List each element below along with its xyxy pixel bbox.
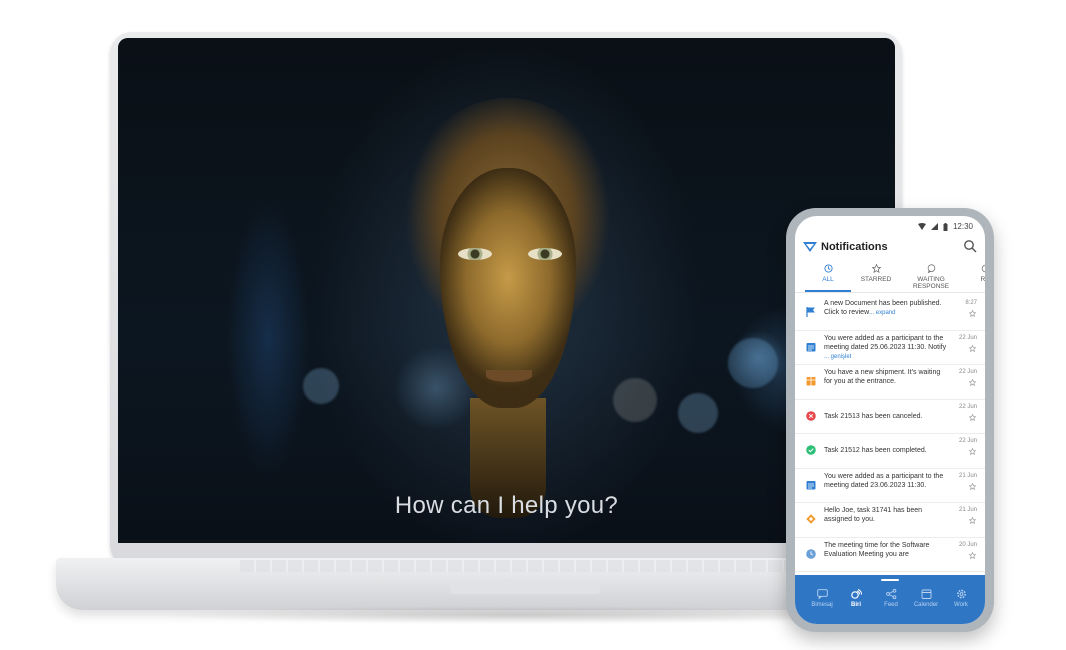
clock-icon: [806, 548, 816, 559]
nav-item-bimesaj[interactable]: Bimesaj: [803, 589, 841, 608]
expand-link[interactable]: ... genişlet: [824, 354, 851, 360]
laptop-keyboard: [240, 560, 800, 572]
search-icon[interactable]: [963, 239, 977, 253]
drag-handle[interactable]: [881, 579, 899, 581]
star-toggle-icon[interactable]: [969, 551, 976, 559]
phone-screen: 12:30 Notifications ALL STARRED WAITING …: [795, 216, 985, 624]
star-toggle-icon[interactable]: [969, 413, 976, 421]
chat-bubble-icon: [927, 264, 935, 273]
notification-date: 20 Jun: [958, 541, 977, 548]
bokeh-light: [303, 368, 339, 404]
notification-item[interactable]: Task 21512 has been completed. 22 Jun: [795, 434, 985, 469]
notification-text: A new Document has been published. Click…: [824, 300, 942, 316]
tab-waiting-response[interactable]: WAITING RESPONSE: [899, 264, 963, 290]
laptop-screen: How can I help you?: [118, 38, 895, 543]
notification-text: You were added as a participant to the m…: [824, 472, 944, 489]
active-tab-indicator: [805, 290, 851, 292]
notification-tabs: ALL STARRED WAITING RESPONSE RE: [795, 260, 985, 293]
notification-item[interactable]: A new Document has been published. Click…: [795, 296, 985, 331]
notification-item[interactable]: You have a new shipment. It's waiting fo…: [795, 365, 985, 400]
notification-date: 22 Jun: [958, 369, 977, 375]
notification-date: 22 Jun: [958, 438, 977, 444]
star-icon: [871, 264, 881, 273]
notification-text: Task 21513 has been canceled.: [824, 412, 923, 420]
notification-date: 22 Jun: [958, 334, 977, 341]
bottom-navigation: Bimesaj Biri Feed Calender Work: [795, 575, 985, 624]
gear-icon: [956, 589, 966, 599]
notification-list: A new Document has been published. Click…: [795, 296, 985, 572]
share-icon: [885, 589, 896, 599]
expand-link[interactable]: ... expand: [869, 310, 895, 316]
notification-text: You have a new shipment. It's waiting fo…: [824, 369, 941, 385]
wifi-icon: [917, 223, 926, 230]
star-toggle-icon[interactable]: [969, 344, 976, 352]
notification-date: 22 Jun: [958, 403, 977, 410]
notification-item[interactable]: Task 21513 has been canceled. 22 Jun: [795, 400, 985, 434]
notification-text: You were added as a participant to the m…: [824, 334, 947, 360]
signal-icon: [930, 223, 938, 230]
bokeh-light: [728, 338, 778, 388]
battery-icon: [943, 222, 948, 231]
task-icon: [806, 514, 816, 524]
check-icon: [806, 445, 816, 455]
notification-item[interactable]: The meeting time for the Software Evalua…: [795, 538, 985, 572]
notification-item[interactable]: Hello Joe, task 31741 has been assigned …: [795, 503, 985, 538]
notification-date: 8:27: [965, 300, 977, 306]
notification-item[interactable]: You were added as a participant to the m…: [795, 331, 985, 365]
nav-item-calender[interactable]: Calender: [907, 589, 945, 608]
calendar-icon: [806, 480, 816, 489]
star-toggle-icon[interactable]: [969, 517, 976, 524]
notification-item[interactable]: You were added as a participant to the m…: [795, 469, 985, 503]
assistant-prompt-text: How can I help you?: [394, 492, 619, 519]
package-icon: [806, 377, 816, 386]
avatar-right-eye: [528, 248, 562, 260]
nav-item-feed[interactable]: Feed: [872, 589, 910, 608]
calendar-icon: [806, 342, 816, 351]
history-icon: [823, 264, 833, 273]
avatar-left-eye: [458, 248, 492, 260]
avatar-mouth: [486, 370, 532, 382]
flag-icon: [806, 307, 815, 317]
star-toggle-icon[interactable]: [969, 379, 976, 386]
nav-item-biri[interactable]: Biri: [837, 589, 875, 608]
status-bar: 12:30: [917, 222, 973, 231]
laptop-touchpad: [450, 580, 600, 594]
notification-text: Hello Joe, task 31741 has been assigned …: [824, 507, 923, 523]
tab-partial[interactable]: RE: [975, 264, 985, 283]
app-logo-icon: [803, 242, 817, 252]
tab-all[interactable]: ALL: [809, 264, 847, 283]
notification-text: The meeting time for the Software Evalua…: [824, 541, 930, 558]
tab-starred[interactable]: STARRED: [857, 264, 895, 283]
star-toggle-icon[interactable]: [969, 310, 976, 317]
star-toggle-icon[interactable]: [969, 448, 976, 455]
calendar-icon: [921, 589, 931, 599]
notification-date: 21 Jun: [958, 472, 977, 479]
notification-date: 21 Jun: [958, 507, 977, 513]
star-toggle-icon[interactable]: [969, 482, 976, 490]
bokeh-light: [678, 393, 718, 433]
status-time: 12:30: [952, 222, 973, 231]
biri-icon: [850, 589, 862, 599]
partial-tab-icon: [981, 264, 985, 273]
nav-item-work[interactable]: Work: [942, 589, 980, 608]
message-icon: [816, 589, 828, 599]
cancel-icon: [806, 410, 816, 421]
notification-text: Task 21512 has been completed.: [824, 447, 927, 454]
page-title: Notifications: [821, 241, 888, 253]
virtual-assistant-avatar: [388, 98, 628, 518]
